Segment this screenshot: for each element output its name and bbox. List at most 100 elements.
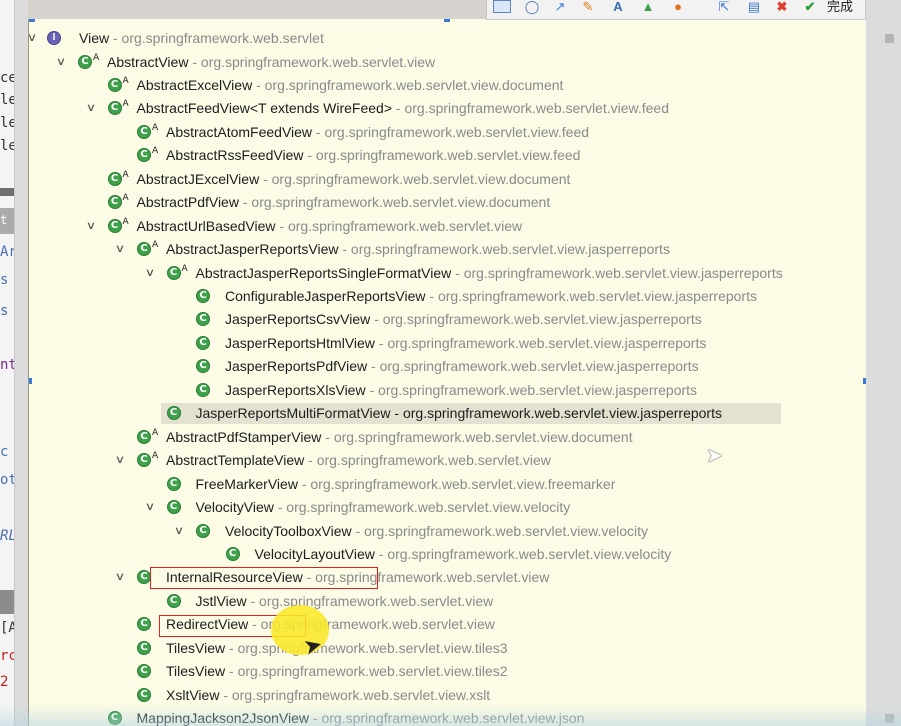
- right-side-panel: [866, 0, 901, 726]
- text-icon[interactable]: A: [609, 0, 627, 14]
- package-name: - org.springframework.web.servlet: [109, 30, 324, 46]
- package-name: - org.springframework.web.servlet.view: [275, 217, 523, 234]
- class-name: JstlView: [195, 592, 247, 609]
- abstract-modifier-icon: A: [181, 263, 188, 274]
- tree-row[interactable]: XsltView - org.springframework.web.servl…: [29, 684, 866, 706]
- abstract-modifier-icon: A: [122, 99, 129, 110]
- tree-row[interactable]: A AbstractJExcelView - org.springframewor…: [29, 168, 866, 190]
- resize-handle[interactable]: [444, 19, 450, 22]
- window-border: [15, 0, 28, 726]
- tree-row[interactable]: JasperReportsHtmlView - org.springframew…: [29, 332, 866, 354]
- pen-icon[interactable]: ✎: [579, 0, 597, 14]
- tree-row[interactable]: ConfigurableJasperReportsView - org.spri…: [29, 285, 866, 307]
- close-icon[interactable]: ✖: [773, 0, 791, 14]
- resize-handle[interactable]: [29, 19, 35, 22]
- package-name: - org.springframework.web.servlet.view.j…: [390, 405, 722, 422]
- abstract-modifier-icon: A: [93, 52, 100, 63]
- package-name: - org.springframework.web.servlet.view.t…: [225, 639, 508, 656]
- tree-row[interactable]: TilesView - org.springframework.web.serv…: [29, 660, 866, 682]
- class-icon: [196, 359, 210, 374]
- class-name: TilesView: [166, 639, 226, 656]
- tree-row[interactable]: ∨ VelocityView - org.springframework.web.…: [29, 496, 866, 518]
- package-name: - org.springframework.web.servlet.view.f…: [297, 475, 616, 492]
- package-name: - org.springframework.web.servlet.view.j…: [367, 358, 699, 375]
- tree-row[interactable]: ∨ InternalResourceView - org.springframew…: [29, 566, 866, 588]
- class-icon: [196, 382, 210, 397]
- save-icon[interactable]: ▤: [745, 0, 763, 14]
- chevron-down-icon[interactable]: ∨: [81, 97, 99, 119]
- editor-text-fragment: RL: [0, 528, 14, 544]
- editor-text-fragment: t: [0, 213, 8, 227]
- abstract-modifier-icon: A: [152, 240, 159, 251]
- abstract-class-icon: [107, 101, 122, 116]
- tree-row[interactable]: RedirectView - org.springframework.web.s…: [29, 613, 866, 635]
- package-name: - org.springframework.web.servlet.view: [246, 592, 494, 609]
- tree-row[interactable]: JasperReportsPdfView - org.springframewo…: [29, 355, 866, 377]
- video-bottom-overlay: [0, 706, 901, 726]
- class-name: VelocityLayoutView: [254, 545, 375, 562]
- color-palette-icon[interactable]: ●: [669, 0, 687, 14]
- class-icon: [137, 570, 151, 585]
- resize-handle[interactable]: [863, 378, 866, 384]
- panel-button-icon[interactable]: [885, 34, 894, 43]
- type-hierarchy-popup: ∨ View - org.springframework.web.servlet…: [28, 19, 866, 726]
- chevron-down-icon[interactable]: ∨: [111, 238, 129, 260]
- tree-row[interactable]: A AbstractExcelView - org.springframework…: [29, 74, 866, 96]
- check-icon[interactable]: ✔: [801, 0, 819, 14]
- tree-row[interactable]: ∨ VelocityToolboxView - org.springframewo…: [29, 520, 866, 542]
- class-name: AbstractRssFeedView: [166, 147, 304, 164]
- abstract-class-icon: [137, 148, 151, 163]
- arrow-icon[interactable]: ↗: [551, 0, 569, 14]
- chevron-down-icon[interactable]: ∨: [29, 27, 41, 49]
- package-name: - org.springframework.web.servlet.view.x…: [219, 686, 491, 703]
- tree-row[interactable]: ∨ A AbstractView - org.springframework.web…: [29, 51, 866, 73]
- package-name: - org.springframework.web.servlet.view.f…: [312, 123, 590, 140]
- editor-text-fragment: [A: [0, 620, 14, 636]
- abstract-class-icon: [78, 54, 92, 69]
- abstract-class-icon: [107, 171, 122, 186]
- chevron-down-icon[interactable]: ∨: [52, 51, 70, 73]
- tree-row[interactable]: JstlView - org.springframework.web.servl…: [29, 590, 866, 612]
- class-name: AbstractAtomFeedView: [166, 123, 313, 140]
- class-name: InternalResourceView: [166, 569, 303, 586]
- tree-row[interactable]: A AbstractPdfView - org.springframework.w…: [29, 191, 866, 213]
- tree-row[interactable]: JasperReportsXlsView - org.springframewo…: [29, 379, 866, 401]
- chevron-down-icon[interactable]: ∨: [111, 449, 129, 471]
- class-name: AbstractPdfStamperView: [166, 428, 322, 445]
- select-rect-icon[interactable]: [493, 0, 511, 13]
- tree-row[interactable]: FreeMarkerView - org.springframework.web…: [29, 473, 866, 495]
- chevron-down-icon[interactable]: ∨: [140, 262, 158, 284]
- tree-row[interactable]: ∨ A AbstractJasperReportsView - org.spring…: [29, 238, 866, 260]
- class-name: JasperReportsHtmlView: [225, 334, 375, 351]
- ellipse-icon[interactable]: ◯: [523, 0, 541, 14]
- tree-row[interactable]: ∨AAbstractJasperReportsSingleFormatView …: [29, 262, 866, 284]
- editor-text-fragment: le: [0, 138, 14, 154]
- tree-row[interactable]: JasperReportsCsvView - org.springframewo…: [29, 308, 866, 330]
- chevron-down-icon[interactable]: ∨: [81, 215, 99, 237]
- class-name: ConfigurableJasperReportsView: [225, 288, 426, 304]
- chevron-down-icon[interactable]: ∨: [111, 566, 129, 588]
- class-icon: [166, 593, 181, 608]
- chevron-down-icon[interactable]: ∨: [170, 520, 188, 542]
- editor-text-fragment: 2: [0, 674, 9, 690]
- class-name: FreeMarkerView: [195, 475, 298, 492]
- abstract-modifier-icon: A: [152, 427, 159, 438]
- abstract-class-icon: [137, 124, 151, 139]
- image-icon[interactable]: ▲: [639, 0, 657, 14]
- class-name: JasperReportsXlsView: [225, 381, 366, 398]
- tree-row[interactable]: VelocityLayoutView - org.springframework…: [29, 543, 866, 565]
- done-button[interactable]: 完成: [827, 0, 853, 14]
- chevron-down-icon[interactable]: ∨: [140, 496, 158, 518]
- resize-handle[interactable]: [29, 378, 32, 384]
- class-icon: [196, 523, 210, 538]
- class-name: AbstractJExcelView: [136, 170, 260, 187]
- editor-text-fragment: s: [0, 303, 9, 319]
- export-icon[interactable]: ⇱: [715, 0, 733, 14]
- interface-icon: [47, 31, 61, 45]
- tree-row[interactable]: TilesView - org.springframework.web.serv…: [29, 637, 866, 659]
- tree-row[interactable]: ∨ A AbstractTemplateView - org.springframe…: [29, 449, 866, 471]
- package-name: - org.springframework.web.servlet.view: [188, 53, 436, 70]
- tree-row[interactable]: A AbstractRssFeedView - org.springframewo…: [29, 144, 866, 166]
- abstract-modifier-icon: A: [122, 216, 129, 227]
- class-icon: [196, 335, 210, 350]
